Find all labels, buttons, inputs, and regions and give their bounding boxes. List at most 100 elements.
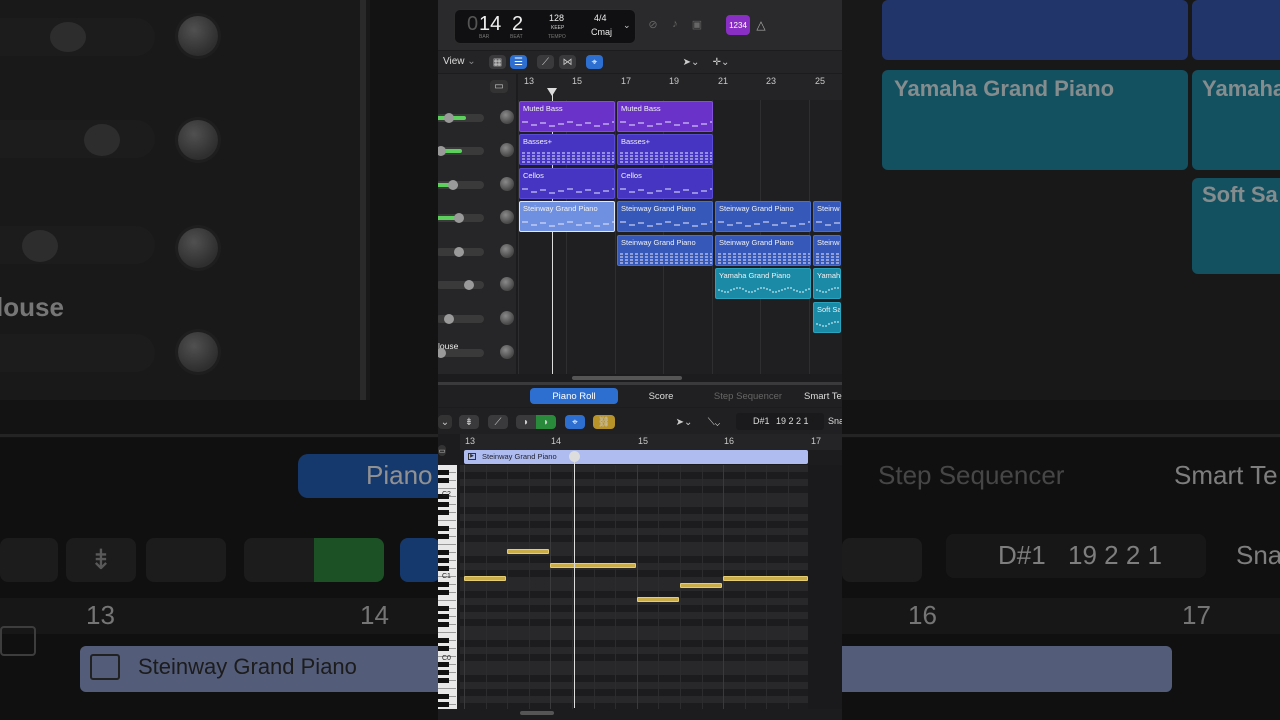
volume-handle[interactable] [444, 314, 454, 324]
editor-view-chevron-icon[interactable]: ⌄ [438, 415, 452, 429]
tab-step-sequencer[interactable]: Step Sequencer [708, 388, 788, 404]
piano-roll-global-icon[interactable]: ▭ [438, 445, 446, 456]
black-key[interactable] [438, 638, 449, 643]
piano-roll-grid[interactable] [460, 465, 842, 709]
black-key[interactable] [438, 582, 449, 587]
black-key[interactable] [438, 478, 449, 483]
black-key[interactable] [438, 550, 449, 555]
track-region[interactable]: Steinway Grand Piano [617, 235, 713, 266]
midi-out-icon[interactable]: ◗ [536, 415, 556, 429]
tab-smart-tempo[interactable]: Smart Te [804, 388, 842, 404]
piano-keyboard[interactable] [438, 465, 457, 709]
black-key[interactable] [438, 694, 449, 699]
volume-slider[interactable] [438, 314, 484, 324]
pan-knob-icon[interactable] [500, 210, 514, 224]
midi-note[interactable] [723, 576, 808, 581]
midi-note[interactable] [507, 549, 549, 554]
black-key[interactable] [438, 470, 449, 475]
black-key[interactable] [438, 558, 449, 563]
black-key[interactable] [438, 646, 449, 651]
flex-icon[interactable]: ⋈ [559, 55, 576, 69]
volume-slider[interactable] [438, 180, 484, 190]
track-region[interactable]: Cellos [617, 168, 713, 199]
black-key[interactable] [438, 702, 449, 707]
volume-handle[interactable] [448, 180, 458, 190]
tuner-icon[interactable]: ♪ [666, 16, 684, 32]
track-region[interactable]: Steinway Grand Piano [715, 201, 811, 232]
midi-note[interactable] [680, 583, 722, 588]
piano-roll-playhead-handle-icon[interactable] [569, 451, 580, 462]
collapse-icon[interactable]: ⇟ [459, 415, 479, 429]
metronome-icon[interactable]: △ [754, 15, 768, 35]
pencil-editor-icon[interactable]: ⟍⌄ [700, 415, 728, 429]
track-region[interactable]: Yamaha [813, 268, 841, 299]
black-key[interactable] [438, 670, 449, 675]
track-region[interactable]: Steinwa [813, 235, 841, 266]
volume-handle[interactable] [454, 213, 464, 223]
lcd-dropdown-icon[interactable]: ⌄ [623, 20, 631, 31]
catch-icon[interactable]: ⌖ [586, 55, 603, 69]
track-region[interactable]: Soft Sa [813, 302, 841, 333]
volume-handle[interactable] [454, 247, 464, 257]
volume-slider[interactable] [438, 146, 484, 156]
volume-handle[interactable] [438, 348, 446, 358]
replace-icon[interactable]: ⊘ [644, 16, 662, 32]
view-menu[interactable]: View ⌄ [443, 56, 476, 67]
midi-in-icon[interactable]: ◗ [516, 415, 536, 429]
track-region[interactable]: Basses+ [519, 134, 615, 165]
black-key[interactable] [438, 622, 449, 627]
volume-slider[interactable] [438, 213, 484, 223]
midi-note[interactable] [637, 597, 679, 602]
volume-handle[interactable] [438, 146, 446, 156]
automation-editor-icon[interactable]: ⟋ [488, 415, 508, 429]
list-view-icon[interactable]: ☰ [510, 55, 527, 69]
track-region[interactable]: Steinway Grand Piano [715, 235, 811, 266]
black-key[interactable] [438, 678, 449, 683]
black-key[interactable] [438, 614, 449, 619]
catch-editor-icon[interactable]: ⌖ [565, 415, 585, 429]
pan-knob-icon[interactable] [500, 110, 514, 124]
pan-knob-icon[interactable] [500, 345, 514, 359]
black-key[interactable] [438, 606, 449, 611]
pan-knob-icon[interactable] [500, 311, 514, 325]
midi-note[interactable] [550, 563, 636, 568]
piano-roll-ruler[interactable]: 13 14 15 16 17 [460, 434, 842, 450]
pan-knob-icon[interactable] [500, 177, 514, 191]
horizontal-scrollbar[interactable] [572, 376, 682, 380]
track-region[interactable]: Muted Bass [617, 101, 713, 132]
grid-view-icon[interactable]: ▦ [489, 55, 506, 69]
track-region[interactable]: Steinway Grand Piano [519, 201, 615, 232]
black-key[interactable] [438, 590, 449, 595]
volume-slider[interactable] [438, 247, 484, 257]
volume-slider[interactable] [438, 280, 484, 290]
volume-slider[interactable] [438, 348, 484, 358]
track-region[interactable]: Steinway Grand Piano [617, 201, 713, 232]
pointer-editor-icon[interactable]: ➤⌄ [672, 415, 696, 429]
black-key[interactable] [438, 510, 449, 515]
black-key[interactable] [438, 566, 449, 571]
midi-note[interactable] [464, 576, 506, 581]
pencil-tool-icon[interactable]: ✛⌄ [708, 55, 734, 69]
black-key[interactable] [438, 502, 449, 507]
link-icon[interactable]: ⛓ [593, 415, 615, 429]
piano-roll-scrollbar[interactable] [520, 711, 554, 715]
piano-roll-playhead[interactable] [574, 458, 575, 708]
track-region[interactable]: Muted Bass [519, 101, 615, 132]
global-tracks-icon[interactable]: ▭ [490, 80, 508, 93]
volume-handle[interactable] [444, 113, 454, 123]
volume-slider[interactable] [438, 113, 484, 123]
automation-icon[interactable]: ⟋ [537, 55, 554, 69]
count-in-button[interactable]: 1234 [726, 15, 750, 35]
lcd-display[interactable]: 0 14 2 BAR BEAT 128 KEEP TEMPO 4/4 Cmaj … [454, 9, 636, 44]
black-key[interactable] [438, 662, 449, 667]
track-region[interactable]: Basses+ [617, 134, 713, 165]
black-key[interactable] [438, 526, 449, 531]
track-region[interactable]: Yamaha Grand Piano [715, 268, 811, 299]
playhead-handle-icon[interactable] [547, 88, 557, 96]
tab-score[interactable]: Score [640, 388, 682, 404]
pan-knob-icon[interactable] [500, 244, 514, 258]
tab-piano-roll[interactable]: Piano Roll [530, 388, 618, 404]
pan-knob-icon[interactable] [500, 277, 514, 291]
pointer-tool-icon[interactable]: ➤⌄ [678, 55, 704, 69]
track-region[interactable]: Cellos [519, 168, 615, 199]
